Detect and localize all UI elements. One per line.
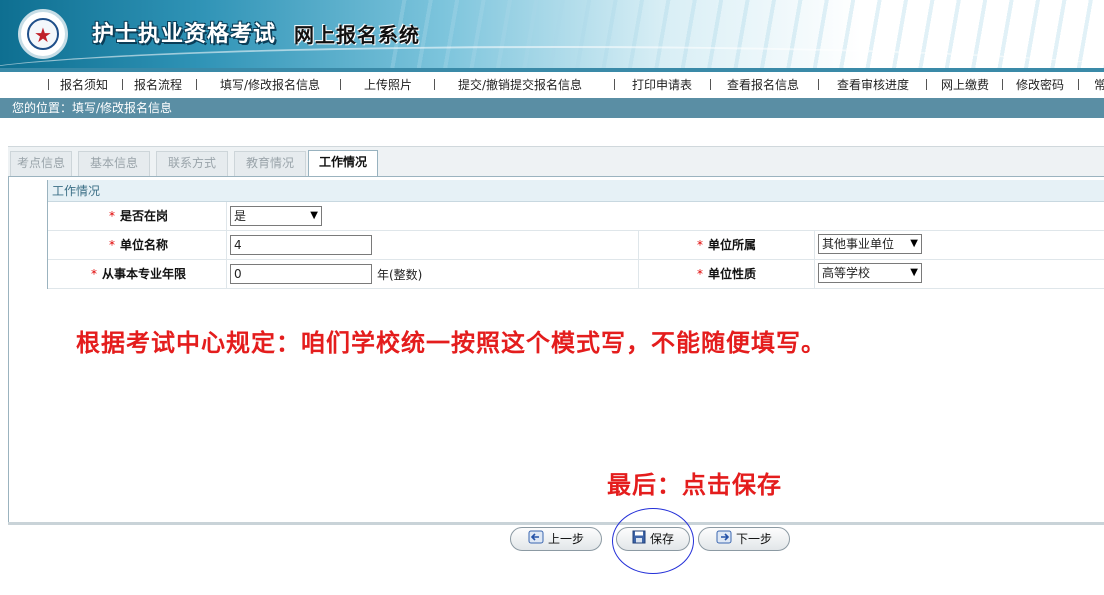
tab-contact[interactable]: 联系方式 [156, 151, 228, 176]
years-label-text: 从事本专业年限 [101, 267, 186, 281]
nav-separator [122, 79, 123, 90]
employer-name-label-text: 单位名称 [119, 238, 168, 252]
nav-separator [48, 79, 49, 90]
form-tabs: 考点信息 基本信息 联系方式 教育情况 工作情况 [8, 146, 1104, 177]
employer-affiliation-value: 其他事业单位 [822, 237, 895, 251]
employer-type-label: * 单位性质 [638, 260, 756, 288]
chevron-down-icon: ▼ [910, 238, 918, 249]
required-mark: * [696, 267, 703, 281]
chevron-down-icon: ▼ [910, 267, 918, 278]
nav-separator [710, 79, 711, 90]
nav-separator [818, 79, 819, 90]
system-title: 护士执业资格考试 [92, 22, 277, 47]
tab-work[interactable]: 工作情况 [308, 150, 378, 177]
main-nav: 报名须知 报名流程 填写/修改报名信息 上传照片 提交/撤销提交报名信息 打印申… [0, 72, 1104, 98]
panel-bottom-border [8, 522, 1104, 525]
years-unit: 年(整数) [377, 268, 423, 282]
breadcrumb: 您的位置：填写/修改报名信息 [0, 98, 1104, 118]
column-divider [226, 202, 227, 231]
tab-exam-site[interactable]: 考点信息 [10, 151, 72, 176]
arrow-left-icon [528, 529, 544, 551]
system-subtitle: 网上报名系统 [294, 23, 420, 47]
section-title: 工作情况 [48, 180, 1104, 202]
employer-name-input[interactable]: 4 [230, 235, 372, 255]
chevron-down-icon: ▼ [310, 210, 318, 221]
tab-education[interactable]: 教育情况 [234, 151, 306, 176]
employer-affiliation-label: * 单位所属 [638, 231, 756, 259]
app-root: ★ 护士执业资格考试 网上报名系统 报名须知 报名流程 填写/修改报名信息 上传… [0, 0, 1104, 595]
employer-name-value: 4 [234, 238, 242, 252]
employer-affiliation-label-text: 单位所属 [707, 238, 756, 252]
required-mark: * [108, 209, 115, 223]
header-banner: ★ 护士执业资格考试 网上报名系统 [0, 0, 1104, 68]
on-duty-select[interactable]: 是 ▼ [230, 206, 322, 226]
nav-separator [196, 79, 197, 90]
required-mark: * [90, 267, 97, 281]
prev-step-label: 上一步 [547, 532, 584, 546]
nav-separator [434, 79, 435, 90]
instruction-notice: 根据考试中心规定：咱们学校统一按照这个模式写，不能随便填写。 [76, 329, 826, 357]
nav-item-change-password[interactable]: 修改密码 [1016, 77, 1064, 93]
star-icon: ★ [34, 23, 52, 47]
nav-item-print[interactable]: 打印申请表 [632, 77, 692, 93]
nav-item-payment[interactable]: 网上缴费 [941, 77, 989, 93]
required-mark: * [108, 238, 115, 252]
nav-item-review-progress[interactable]: 查看审核进度 [837, 77, 909, 93]
form-row: * 单位名称 4 * 单位所属 其他事业单位 ▼ [48, 231, 1104, 260]
next-step-label: 下一步 [735, 532, 772, 546]
nav-item-view-info[interactable]: 查看报名信息 [727, 77, 799, 93]
nav-item-edit-info[interactable]: 填写/修改报名信息 [220, 77, 320, 93]
nav-item-process[interactable]: 报名流程 [134, 77, 182, 93]
save-highlight-circle [612, 508, 694, 574]
on-duty-value: 是 [234, 209, 247, 223]
form-row: * 是否在岗 是 ▼ [48, 202, 1104, 231]
nav-separator [340, 79, 341, 90]
required-mark: * [696, 238, 703, 252]
nav-separator [1002, 79, 1003, 90]
nav-separator [1078, 79, 1079, 90]
column-divider [226, 260, 227, 289]
nav-item-more[interactable]: 常 [1094, 77, 1104, 93]
form-row: * 从事本专业年限 0 年(整数) * 单位性质 高等学校 ▼ [48, 260, 1104, 289]
prev-step-button[interactable]: 上一步 [510, 527, 602, 551]
arrow-right-icon [716, 529, 732, 551]
employer-affiliation-select[interactable]: 其他事业单位 ▼ [818, 234, 922, 254]
nav-separator [926, 79, 927, 90]
on-duty-label: * 是否在岗 [48, 202, 168, 230]
nav-item-upload-photo[interactable]: 上传照片 [364, 77, 412, 93]
on-duty-label-text: 是否在岗 [119, 209, 168, 223]
column-divider [814, 260, 815, 289]
years-input[interactable]: 0 [230, 264, 372, 284]
work-info-table: 工作情况 * 是否在岗 是 ▼ * 单位名称 4 * 单位所属 其他事业单位 ▼… [47, 180, 1104, 289]
exam-logo: ★ [18, 9, 68, 59]
column-divider [226, 231, 227, 260]
logo-emblem-icon: ★ [27, 18, 59, 50]
years-value: 0 [234, 267, 242, 281]
tab-basic-info[interactable]: 基本信息 [78, 151, 150, 176]
next-step-button[interactable]: 下一步 [698, 527, 790, 551]
employer-type-select[interactable]: 高等学校 ▼ [818, 263, 922, 283]
nav-item-submit[interactable]: 提交/撤销提交报名信息 [458, 77, 582, 93]
nav-separator [614, 79, 615, 90]
column-divider [814, 231, 815, 260]
nav-item-notice[interactable]: 报名须知 [60, 77, 108, 93]
employer-type-label-text: 单位性质 [707, 267, 756, 281]
years-label: * 从事本专业年限 [48, 260, 186, 288]
employer-type-value: 高等学校 [822, 266, 871, 280]
employer-name-label: * 单位名称 [48, 231, 168, 259]
final-step-annotation: 最后：点击保存 [607, 471, 782, 499]
